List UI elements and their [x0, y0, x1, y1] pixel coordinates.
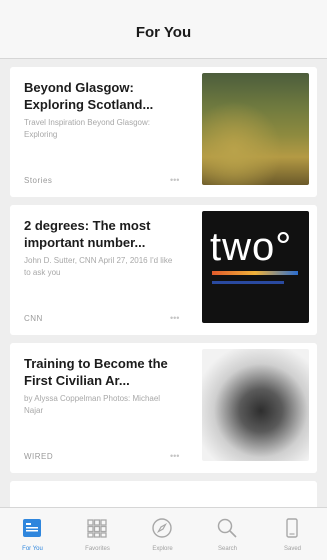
article-title[interactable]: Training to Become the First Civilian Ar… — [24, 355, 194, 389]
for-you-icon — [23, 519, 41, 537]
article-card[interactable]: 2 degrees: The most important number... … — [10, 205, 317, 335]
thumbnail-stripe — [212, 281, 284, 284]
article-card[interactable]: Training to Become the First Civilian Ar… — [10, 343, 317, 473]
article-card-partial[interactable] — [10, 481, 317, 507]
tab-search[interactable]: Search — [195, 508, 260, 560]
article-description: Travel Inspiration Beyond Glasgow: Explo… — [24, 118, 150, 139]
tab-bar: For You Favorites Explore Search Saved — [0, 507, 327, 560]
compass-icon — [152, 518, 172, 538]
tab-favorites[interactable]: Favorites — [65, 508, 130, 560]
article-thumbnail[interactable] — [202, 349, 309, 461]
article-source: CNN — [24, 314, 43, 323]
tab-for-you[interactable]: For You — [0, 508, 65, 560]
top-nav-bar: For You — [0, 0, 327, 59]
tab-saved[interactable]: Saved — [260, 508, 325, 560]
article-card[interactable]: Beyond Glasgow: Exploring Scotland... Tr… — [10, 67, 317, 197]
page-title: For You — [135, 24, 192, 41]
thumbnail-text: two° — [210, 225, 293, 269]
more-options-icon[interactable]: ••• — [170, 175, 179, 185]
article-source: WIRED — [24, 452, 54, 461]
article-description: John D. Sutter, CNN April 27, 2016 I'd l… — [24, 256, 173, 277]
article-title[interactable]: Beyond Glasgow: Exploring Scotland... — [24, 79, 194, 113]
tab-label: Saved — [283, 546, 301, 552]
article-title[interactable]: 2 degrees: The most important number... — [24, 217, 194, 251]
favorites-grid-icon — [87, 519, 107, 538]
tab-explore[interactable]: Explore — [130, 508, 195, 560]
tab-label: For You — [22, 546, 43, 552]
article-source: Stories — [24, 176, 53, 185]
more-options-icon[interactable]: ••• — [170, 313, 179, 323]
saved-icon — [286, 518, 298, 538]
tab-label: Explore — [152, 546, 173, 552]
search-icon — [217, 518, 237, 538]
article-thumbnail[interactable] — [202, 73, 309, 185]
tab-label: Favorites — [85, 546, 110, 552]
more-options-icon[interactable]: ••• — [170, 451, 179, 461]
article-thumbnail[interactable]: two° — [202, 211, 309, 323]
article-description: by Alyssa Coppelman Photos: Michael Naja… — [24, 394, 161, 415]
tab-label: Search — [217, 546, 237, 552]
article-feed[interactable]: Beyond Glasgow: Exploring Scotland... Tr… — [0, 59, 327, 507]
thumbnail-stripe — [212, 271, 298, 275]
